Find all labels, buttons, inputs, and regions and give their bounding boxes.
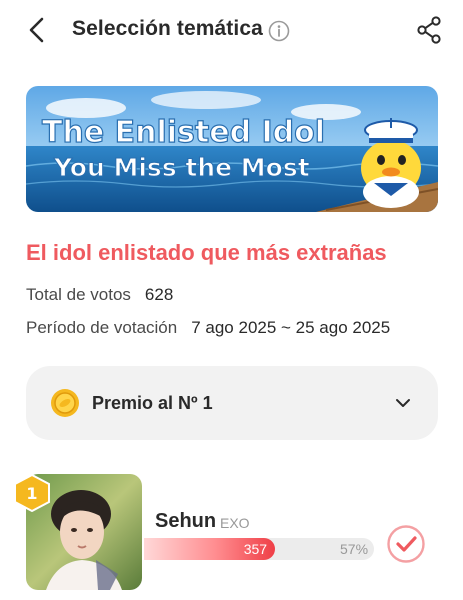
prize-dropdown[interactable]: Premio al Nº 1: [26, 366, 438, 440]
total-votes-value: 628: [144, 285, 174, 304]
event-title: El idol enlistado que más extrañas: [26, 240, 387, 265]
candidate-percent: 57%: [340, 541, 369, 557]
coin-icon: [51, 389, 79, 417]
total-votes-row: Total de votos 628: [26, 285, 173, 305]
share-icon[interactable]: [415, 15, 443, 45]
voting-period-row: Período de votación 7 ago 2025 ~ 25 ago 2…: [26, 318, 390, 338]
rank-badge: 1: [14, 474, 50, 512]
candidate-name: Sehun: [155, 510, 217, 532]
banner-image: The Enlisted Idol You Miss the Most: [26, 86, 438, 212]
chevron-left-icon[interactable]: [24, 14, 50, 46]
candidate-row[interactable]: 1 Sehun EXO 357 57%: [0, 468, 463, 600]
prize-label: Premio al Nº 1: [92, 393, 213, 413]
check-circle-icon[interactable]: [386, 524, 426, 564]
event-banner: The Enlisted Idol You Miss the Most: [26, 86, 438, 212]
app-header: Selección temática: [0, 0, 463, 62]
chevron-down-icon[interactable]: [394, 394, 412, 412]
voting-period-value: 7 ago 2025 ~ 25 ago 2025: [191, 318, 391, 337]
total-votes-label: Total de votos: [26, 285, 131, 304]
banner-line1: The Enlisted Idol: [42, 115, 325, 150]
vote-bar-fill: 357: [144, 538, 276, 560]
page-title: Selección temática: [72, 17, 263, 40]
info-icon[interactable]: [268, 20, 290, 42]
rank-number: 1: [26, 484, 37, 503]
voting-period-label: Período de votación: [26, 318, 178, 337]
candidate-votes: 357: [243, 541, 268, 557]
candidate-group: EXO: [220, 515, 250, 531]
banner-line2: You Miss the Most: [53, 153, 310, 182]
